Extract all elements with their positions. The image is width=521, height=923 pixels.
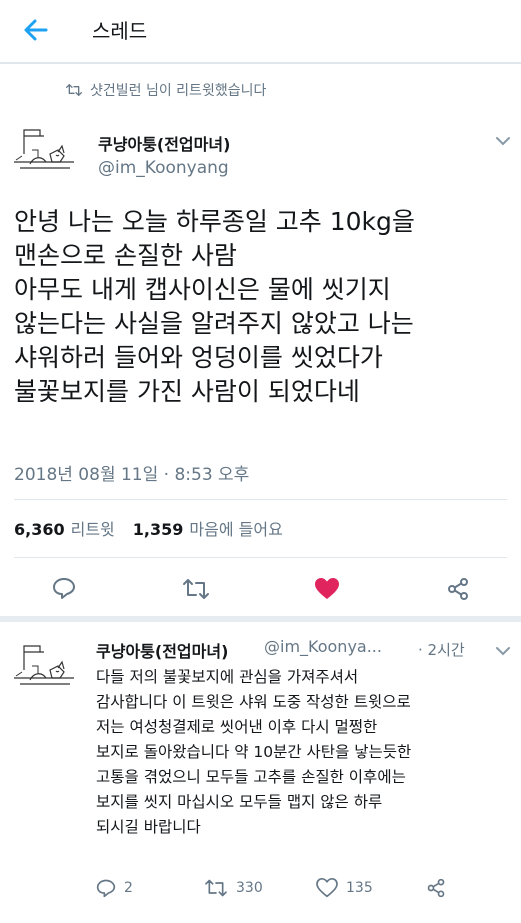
reply-share-button[interactable] xyxy=(426,878,454,898)
retweet-icon xyxy=(205,879,227,897)
reply-button[interactable] xyxy=(52,576,76,604)
share-icon xyxy=(448,578,468,600)
avatar-drawing-icon xyxy=(14,645,74,685)
retweet-banner-text: 샷건빌런 님이 리트윗했습니다 xyxy=(90,83,267,99)
tweet-timestamp: 2018년 08월 11일 · 8:53 오후 xyxy=(14,465,250,485)
tweet-options-button[interactable] xyxy=(494,132,512,146)
like-button[interactable] xyxy=(314,577,340,605)
tweet-text: 안녕 나는 오늘 하루종일 고추 10kg을 맨손으로 손질한 사람 아무도 내… xyxy=(14,207,415,406)
retweet-count[interactable]: 6,360 xyxy=(14,520,65,539)
reply-actions: 2 330 135 xyxy=(96,878,496,906)
reply-reply-button[interactable]: 2 xyxy=(96,878,133,898)
share-icon xyxy=(427,878,445,898)
author-handle[interactable]: @im_Koonyang xyxy=(98,158,229,178)
arrow-left-icon xyxy=(24,19,48,41)
reply-author-name[interactable]: 쿠냥아퉁(전업마녀) xyxy=(96,638,228,662)
reply-avatar[interactable] xyxy=(12,642,76,694)
header-divider xyxy=(0,62,521,64)
reply-icon xyxy=(53,578,75,599)
chevron-down-icon xyxy=(496,137,510,146)
heart-icon xyxy=(315,578,339,599)
avatar[interactable] xyxy=(12,126,76,178)
chevron-down-icon xyxy=(496,647,510,656)
reply-retweet-button[interactable]: 330 xyxy=(204,878,263,898)
page-title: 스레드 xyxy=(92,19,148,43)
reply-like-button[interactable]: 135 xyxy=(316,878,373,898)
reply-icon xyxy=(96,879,116,898)
app-header: 스레드 xyxy=(0,0,521,58)
section-separator xyxy=(0,616,521,622)
author-name[interactable]: 쿠냥아퉁(전업마녀) xyxy=(98,131,230,155)
reply-author-handle[interactable]: @im_Koonya... xyxy=(264,637,382,656)
reply-text: 다들 저의 불꽃보지에 관심을 가져주셔서 감사합니다 이 트윗은 샤워 도중 … xyxy=(96,668,412,836)
share-button[interactable] xyxy=(446,577,470,605)
retweet-icon xyxy=(66,83,82,96)
reply-options-button[interactable] xyxy=(494,642,512,656)
like-count[interactable]: 1,359 xyxy=(133,520,184,539)
retweet-button[interactable] xyxy=(182,577,210,605)
reply-like-count: 135 xyxy=(346,880,373,896)
reply-time: · 2시간 xyxy=(418,641,465,659)
stats-divider-bottom xyxy=(14,557,507,558)
tweet-stats: 6,360 리트윗 1,359 마음에 들어요 xyxy=(14,516,301,540)
retweet-banner[interactable]: 샷건빌런 님이 리트윗했습니다 xyxy=(66,80,266,100)
like-count-label[interactable]: 마음에 들어요 xyxy=(189,516,282,540)
back-button[interactable] xyxy=(20,14,52,46)
stats-divider-top xyxy=(14,499,507,500)
retweet-icon xyxy=(183,579,209,599)
reply-retweet-count: 330 xyxy=(236,880,263,896)
reply-reply-count: 2 xyxy=(124,880,133,896)
avatar-drawing-icon xyxy=(14,129,74,169)
retweet-count-label[interactable]: 리트윗 xyxy=(71,516,115,540)
heart-icon xyxy=(316,878,338,898)
